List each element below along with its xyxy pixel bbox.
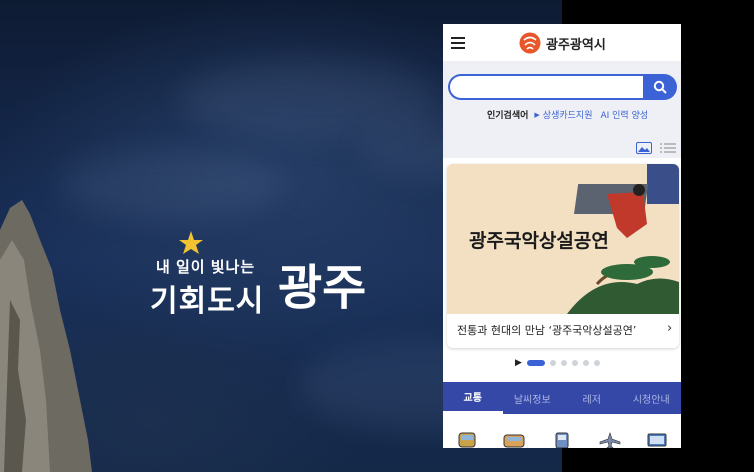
monitor-icon[interactable]	[646, 432, 668, 448]
airplane-icon[interactable]	[599, 432, 621, 448]
hamburger-menu-icon[interactable]	[451, 37, 465, 49]
triangle-right-icon: ▶	[534, 110, 540, 119]
rock-cliff-image	[0, 200, 92, 472]
pager-dot[interactable]	[549, 360, 556, 366]
chevron-right-icon[interactable]: ›	[667, 321, 672, 336]
image-view-icon[interactable]	[636, 142, 652, 154]
bus-icon[interactable]	[456, 432, 478, 448]
list-view-icon[interactable]	[660, 142, 676, 154]
tab-leisure[interactable]: 레저	[562, 382, 622, 414]
pager-dot[interactable]	[560, 360, 567, 366]
pager-dot[interactable]	[526, 360, 545, 366]
search-icon	[653, 80, 667, 94]
brand-name: 광주광역시	[546, 36, 606, 52]
city-slogan-logo: 내 일이 빛나는 기회도시 광주	[148, 228, 388, 318]
carousel-pager: ▶	[515, 358, 600, 368]
gwangju-logo-icon	[519, 32, 541, 54]
pager-dot[interactable]	[593, 360, 600, 366]
quick-icons	[443, 432, 681, 448]
banner-caption: 전통과 현대의 만남 ‘광주국악상설공연’	[457, 324, 637, 337]
mobile-site-preview: 광주광역시 인기검색어 ▶ 상생카드지원 AI 인력 양성 광주국악상설공연 전…	[443, 24, 681, 448]
subway-icon[interactable]	[551, 432, 573, 448]
pager-dot[interactable]	[582, 360, 589, 366]
site-brand[interactable]: 광주광역시	[519, 31, 606, 55]
tab-city-hall-info[interactable]: 시청안내	[622, 382, 682, 414]
popular-keywords: 인기검색어 ▶ 상생카드지원 AI 인력 양성	[487, 108, 656, 122]
city-name: 광주	[278, 262, 367, 315]
star-icon	[179, 231, 203, 254]
banner-image: 광주국악상설공연	[447, 164, 679, 314]
search-input[interactable]	[448, 74, 644, 100]
category-tabs: 교통 날씨정보 레저 시청안내	[443, 382, 681, 414]
popular-label: 인기검색어	[487, 111, 529, 121]
slogan-line2: 기회도시	[150, 285, 265, 318]
banner-art-title: 광주국악상설공연	[469, 231, 609, 252]
play-icon[interactable]: ▶	[515, 358, 522, 368]
search-button[interactable]	[643, 74, 677, 100]
tab-traffic[interactable]: 교통	[443, 382, 503, 414]
train-icon[interactable]	[503, 432, 525, 448]
tab-weather[interactable]: 날씨정보	[503, 382, 563, 414]
popular-keyword[interactable]: 상생카드지원	[543, 108, 593, 121]
slogan-line1: 내 일이 빛나는	[156, 259, 256, 276]
popular-keyword[interactable]: AI 인력 양성	[600, 108, 648, 121]
mobile-header: 광주광역시	[443, 24, 681, 62]
event-banner-card[interactable]: 광주국악상설공연 전통과 현대의 만남 ‘광주국악상설공연’ ›	[447, 164, 679, 348]
view-toggle	[636, 142, 676, 154]
pager-dot[interactable]	[571, 360, 578, 366]
